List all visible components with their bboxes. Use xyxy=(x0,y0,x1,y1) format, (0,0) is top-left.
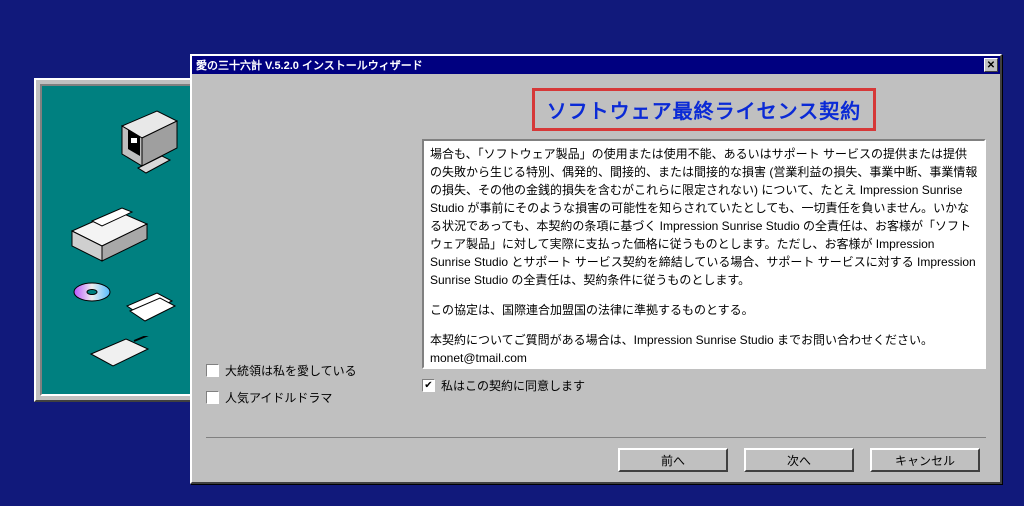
monitor-icon xyxy=(112,106,182,186)
tablet-icon xyxy=(86,336,156,376)
install-art-inner xyxy=(40,84,200,396)
install-wizard-dialog: 愛の三十六計 V.5.2.0 インストールウィザード ✕ 大統領は私を愛している… xyxy=(190,54,1002,484)
option-label: 人気アイドルドラマ xyxy=(225,389,332,406)
checkbox-icon[interactable] xyxy=(206,391,219,404)
license-paragraph: 本契約についてご質問がある場合は、Impression Sunrise Stud… xyxy=(430,331,978,367)
agree-label: 私はこの契約に同意します xyxy=(441,377,585,394)
printer-icon xyxy=(62,206,152,266)
option-president-loves-me[interactable]: 大統領は私を愛している xyxy=(206,362,406,379)
checkbox-icon[interactable]: ✔ xyxy=(422,379,435,392)
back-button[interactable]: 前へ xyxy=(618,448,728,472)
cancel-button[interactable]: キャンセル xyxy=(870,448,980,472)
window-title: 愛の三十六計 V.5.2.0 インストールウィザード xyxy=(196,57,984,73)
license-text-box[interactable]: 場合も、「ソフトウェア製品」の使用または使用不能、あるいはサポート サービスの提… xyxy=(422,139,986,369)
left-options-column: 大統領は私を愛している 人気アイドルドラマ xyxy=(206,82,406,429)
option-idol-drama[interactable]: 人気アイドルドラマ xyxy=(206,389,406,406)
license-paragraph: 場合も、「ソフトウェア製品」の使用または使用不能、あるいはサポート サービスの提… xyxy=(430,145,978,289)
paper-icon xyxy=(122,291,177,331)
license-heading: ソフトウェア最終ライセンス契約 xyxy=(547,101,862,123)
next-button[interactable]: 次へ xyxy=(744,448,854,472)
disc-icon xyxy=(72,281,112,303)
dialog-body: 大統領は私を愛している 人気アイドルドラマ ソフトウェア最終ライセンス契約 場合… xyxy=(192,74,1000,482)
wizard-button-row: 前へ 次へ キャンセル xyxy=(206,437,986,476)
agree-checkbox-row[interactable]: ✔ 私はこの契約に同意します xyxy=(422,377,986,394)
titlebar: 愛の三十六計 V.5.2.0 インストールウィザード ✕ xyxy=(192,56,1000,74)
close-button[interactable]: ✕ xyxy=(984,58,998,72)
checkbox-icon[interactable] xyxy=(206,364,219,377)
license-column: ソフトウェア最終ライセンス契約 場合も、「ソフトウェア製品」の使用または使用不能… xyxy=(422,82,986,429)
license-paragraph: この協定は、国際連合加盟国の法律に準拠するものとする。 xyxy=(430,301,978,319)
license-heading-box: ソフトウェア最終ライセンス契約 xyxy=(532,88,877,131)
option-label: 大統領は私を愛している xyxy=(225,362,357,379)
install-art-panel xyxy=(34,78,206,402)
